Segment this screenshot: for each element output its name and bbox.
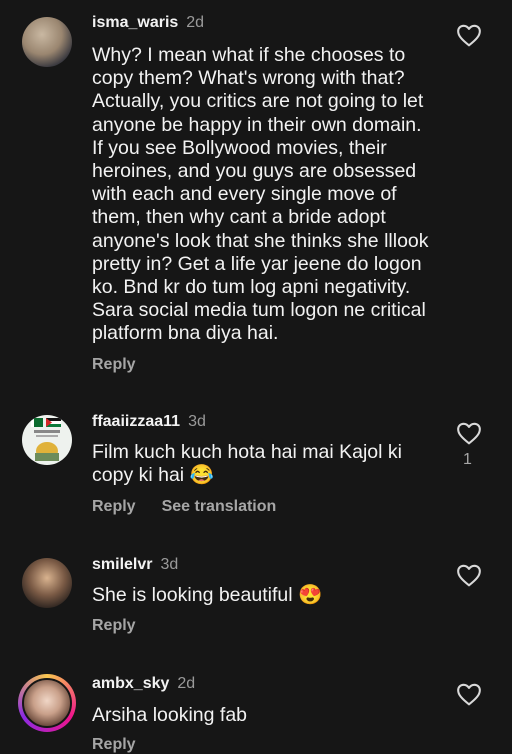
comment-text: Why? I mean what if she chooses to copy … [92,44,429,345]
comment-actions: Reply [92,736,136,754]
username[interactable]: ambx_sky [92,675,169,692]
timestamp: 3d [160,556,179,573]
comment-meta: smilelvr 3d [92,556,178,574]
username[interactable]: smilelvr [92,556,152,573]
username[interactable]: isma_waris [92,14,178,31]
avatar[interactable] [22,415,72,465]
avatar-story-ring[interactable] [18,674,76,732]
timestamp: 3d [188,413,206,430]
comment-meta: isma_waris 2d [92,14,204,32]
avatar [22,678,72,728]
avatar[interactable] [22,558,72,608]
avatar[interactable] [22,17,72,67]
heart-icon[interactable] [456,421,482,445]
comment-meta: ambx_sky 2d [92,675,195,693]
comment-text: Arsiha looking fab [92,704,248,726]
username[interactable]: ffaaiizzaa11 [92,413,180,430]
reply-button[interactable]: Reply [92,736,136,753]
see-translation-button[interactable]: See translation [162,498,277,515]
heart-icon[interactable] [456,682,482,706]
reply-button[interactable]: Reply [92,356,136,373]
comment-text: She is looking beautiful 😍 [92,584,323,606]
comment-text: Film kuch kuch hota hai mai Kajol ki cop… [92,441,402,487]
timestamp: 2d [186,14,205,31]
flag-avatar-image [31,418,61,461]
comment-actions: Reply [92,617,136,635]
like-count: 1 [463,451,472,468]
reply-button[interactable]: Reply [92,498,136,515]
comment-meta: ffaaiizzaa11 3d [92,413,206,431]
heart-icon[interactable] [456,563,482,587]
reply-button[interactable]: Reply [92,617,136,634]
comment-actions: Reply [92,356,136,374]
heart-icon[interactable] [456,23,482,47]
timestamp: 2d [177,675,196,692]
comment-actions: Reply See translation [92,498,276,516]
